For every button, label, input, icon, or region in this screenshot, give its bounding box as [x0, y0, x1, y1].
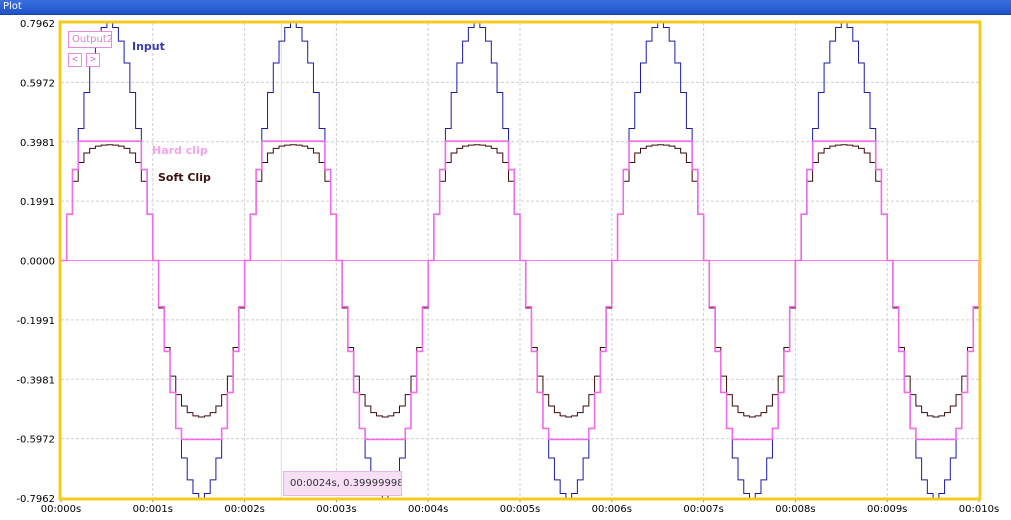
y-axis-tick-labels: 0.7962 0.5972 0.3981 0.1991 0.0000 -0.1991 -0.…	[16, 19, 55, 505]
x-tick-label: 00:007s	[683, 504, 723, 515]
x-tick-label: 00:003s	[316, 504, 356, 515]
y-tick-label: 0.5972	[20, 78, 55, 89]
legend-label-soft-clip: Soft Clip	[158, 171, 211, 184]
x-tick-label: 00:008s	[775, 504, 815, 515]
window-titlebar: Plot	[0, 0, 1011, 15]
plot-area[interactable]: 0.7962 0.5972 0.3981 0.1991 0.0000 -0.1991 -0.…	[0, 15, 1011, 520]
x-tick-label: 00:010s	[959, 504, 999, 515]
series-selector-label[interactable]: Output2	[68, 31, 113, 48]
next-series-button[interactable]: >	[86, 53, 100, 67]
x-tick-label: 00:005s	[500, 504, 540, 515]
cursor-readout: 00:0024s, 0.39999998	[283, 471, 402, 496]
prev-series-button[interactable]: <	[68, 53, 82, 67]
x-tick-label: 00:006s	[592, 504, 632, 515]
legend-label-hard-clip: Hard clip	[152, 144, 208, 157]
y-tick-label: 0.1991	[20, 197, 55, 208]
x-tick-label: 00:004s	[408, 504, 448, 515]
y-tick-label: 0.0000	[20, 257, 55, 268]
x-tick-label: 00:002s	[224, 504, 264, 515]
x-tick-label: 00:001s	[133, 504, 173, 515]
y-tick-label: 0.3981	[20, 138, 55, 149]
legend-label-input: Input	[132, 40, 165, 53]
y-tick-label: 0.7962	[20, 19, 55, 30]
legend: Input Soft Clip Hard clip	[132, 40, 211, 184]
y-tick-label: -0.5972	[16, 435, 55, 446]
x-axis-tick-labels: 00:000s 00:001s 00:002s 00:003s 00:004s 00:00…	[41, 498, 999, 515]
x-tick-label: 00:009s	[867, 504, 907, 515]
window-title: Plot	[3, 1, 22, 12]
y-tick-label: -0.3981	[16, 375, 55, 386]
x-tick-label: 00:000s	[41, 504, 81, 515]
y-tick-label: -0.1991	[16, 316, 55, 327]
